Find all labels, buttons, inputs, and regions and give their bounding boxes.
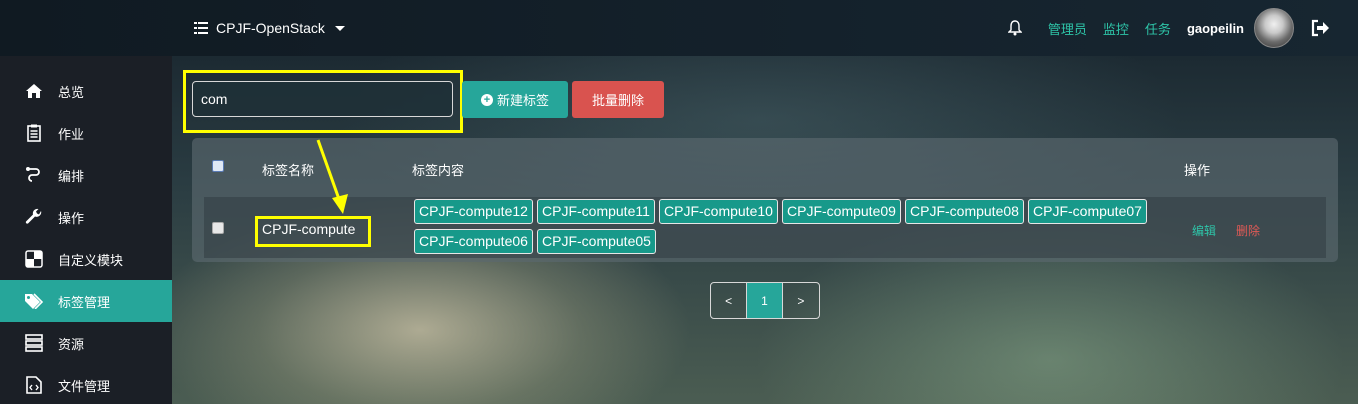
tag-chip: CPJF-compute11 xyxy=(537,199,655,224)
top-right-menu: 管理员 监控 任务 gaopeilin xyxy=(1007,8,1330,48)
tag-chip: CPJF-compute12 xyxy=(414,199,533,224)
sidebar-item-resources[interactable]: 资源 xyxy=(0,322,172,364)
sidebar-item-label: 标签管理 xyxy=(58,294,111,310)
brand-dropdown[interactable]: CPJF-OpenStack xyxy=(194,18,345,38)
nav-link-admin[interactable]: 管理员 xyxy=(1048,19,1087,38)
prev-page-button[interactable]: < xyxy=(711,283,748,318)
tag-chip: CPJF-compute10 xyxy=(659,199,778,224)
new-tag-button[interactable]: + 新建标签 xyxy=(462,81,568,118)
puzzle-icon xyxy=(24,249,44,269)
tag-chip: CPJF-compute09 xyxy=(782,199,901,224)
brand-label: CPJF-OpenStack xyxy=(216,20,325,36)
batch-delete-button[interactable]: 批量删除 xyxy=(572,81,664,118)
search-input[interactable] xyxy=(192,81,453,117)
sidebar-item-orchestration[interactable]: 编排 xyxy=(0,154,172,196)
sidebar-item-label: 自定义模块 xyxy=(58,252,124,268)
tag-chip: CPJF-compute07 xyxy=(1028,199,1147,224)
top-navbar: CPJF-OpenStack 管理员 监控 任务 gaopeilin xyxy=(0,0,1358,56)
wrench-icon xyxy=(24,207,44,227)
sidebar-item-label: 编排 xyxy=(58,168,85,184)
home-icon xyxy=(24,81,44,101)
sidebar-item-custom-modules[interactable]: 自定义模块 xyxy=(0,238,172,280)
plus-circle-icon: + xyxy=(480,93,493,106)
sidebar-item-label: 操作 xyxy=(58,210,85,226)
page-1-button[interactable]: 1 xyxy=(747,283,783,318)
sidebar-item-label: 总览 xyxy=(58,84,85,100)
new-tag-label: 新建标签 xyxy=(496,93,549,108)
sidebar-item-operations[interactable]: 操作 xyxy=(0,196,172,238)
header-tag-content: 标签内容 xyxy=(412,163,465,178)
file-code-icon xyxy=(24,375,44,395)
batch-delete-label: 批量删除 xyxy=(591,93,644,108)
row-checkbox[interactable] xyxy=(212,222,224,234)
server-icon xyxy=(24,333,44,353)
select-all-checkbox[interactable] xyxy=(212,160,224,172)
tag-chip: CPJF-compute08 xyxy=(905,199,1024,224)
annotation-arrow-icon xyxy=(316,139,348,214)
bell-icon[interactable] xyxy=(1007,20,1022,36)
list-icon xyxy=(194,22,208,34)
row-tag-name: CPJF-compute xyxy=(262,221,356,237)
sidebar-item-label: 资源 xyxy=(58,336,85,352)
header-tag-name: 标签名称 xyxy=(262,163,315,178)
tag-chip: CPJF-compute06 xyxy=(414,229,533,254)
avatar[interactable] xyxy=(1254,8,1294,48)
caret-down-icon xyxy=(334,25,345,31)
delete-link[interactable]: 删除 xyxy=(1236,222,1260,239)
next-page-button[interactable]: > xyxy=(783,283,819,318)
logout-icon[interactable] xyxy=(1310,19,1330,37)
sidebar-item-label: 文件管理 xyxy=(58,378,111,394)
sidebar-item-tag-management[interactable]: 标签管理 xyxy=(0,280,172,322)
sidebar-item-overview[interactable]: 总览 xyxy=(0,70,172,112)
clipboard-icon xyxy=(24,123,44,143)
link-icon xyxy=(24,165,44,185)
tags-icon xyxy=(24,291,44,311)
tag-chip: CPJF-compute05 xyxy=(537,229,656,254)
nav-link-monitor[interactable]: 监控 xyxy=(1103,19,1129,38)
nav-link-tasks[interactable]: 任务 xyxy=(1145,19,1171,38)
header-operations: 操作 xyxy=(1184,163,1211,178)
pagination: < 1 > xyxy=(710,282,820,319)
username[interactable]: gaopeilin xyxy=(1187,21,1244,36)
sidebar-item-jobs[interactable]: 作业 xyxy=(0,112,172,154)
edit-link[interactable]: 编辑 xyxy=(1192,222,1216,239)
sidebar-item-label: 作业 xyxy=(58,126,85,142)
sidebar-item-file-management[interactable]: 文件管理 xyxy=(0,364,172,404)
sidebar: 总览 作业 编排 操作 自定义模块 标签管理 资源 文件管理 xyxy=(0,56,172,404)
